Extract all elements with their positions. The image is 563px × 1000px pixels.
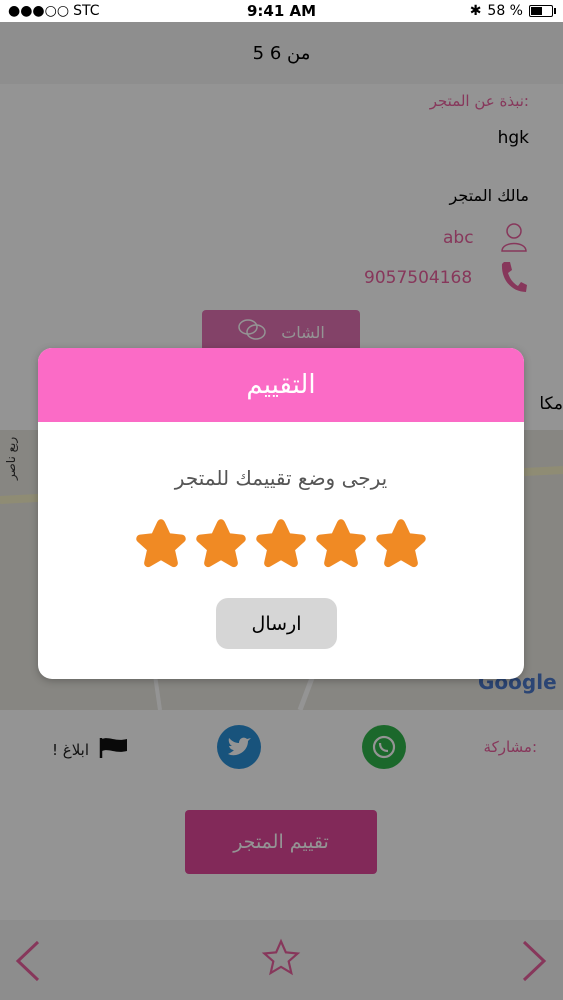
- status-bar: ●●●○○ STC 9:41 AM ✱ 58 %: [0, 0, 563, 22]
- rating-star-icon[interactable]: [253, 516, 309, 572]
- status-time: 9:41 AM: [246, 2, 317, 20]
- battery-icon: [529, 5, 556, 17]
- rating-stars[interactable]: [38, 516, 524, 572]
- rating-star-icon[interactable]: [373, 516, 429, 572]
- rating-star-icon[interactable]: [193, 516, 249, 572]
- rating-star-icon[interactable]: [133, 516, 189, 572]
- dialog-header: التقييم: [38, 348, 524, 422]
- rating-dialog: التقييم يرجى وضع تقييمك للمتجر ارسال: [38, 348, 524, 679]
- send-button[interactable]: ارسال: [216, 598, 337, 649]
- rating-star-icon[interactable]: [313, 516, 369, 572]
- dialog-title: التقييم: [246, 370, 316, 400]
- dialog-message: يرجى وضع تقييمك للمتجر: [174, 466, 388, 490]
